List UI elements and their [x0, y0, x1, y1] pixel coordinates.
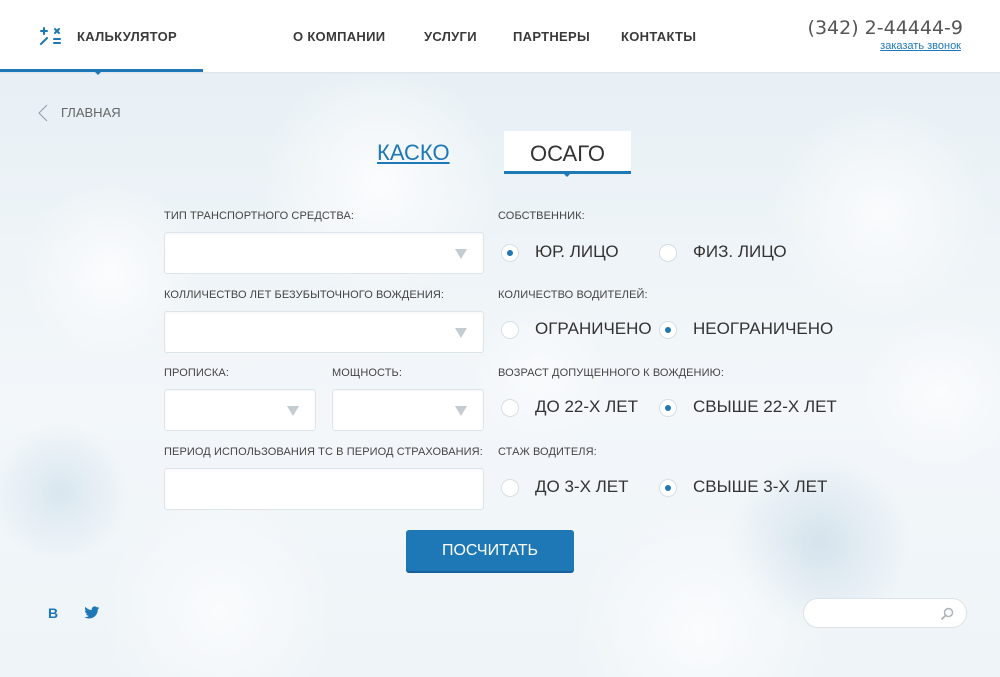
experience-over-3-radio[interactable]: СВЫШЕ 3-Х ЛЕТ	[659, 477, 829, 499]
radio-label: ОГРАНИЧЕНО	[535, 319, 652, 338]
radio-dot	[501, 244, 519, 262]
drivers-unlimited-radio[interactable]: НЕОГРАНИЧЕНО	[659, 319, 834, 341]
age-over-22-radio[interactable]: СВЫШЕ 22-Х ЛЕТ	[659, 397, 837, 419]
drivers-label: КОЛИЧЕСТВО ВОДИТЕЛЕЙ:	[498, 289, 648, 301]
active-tab-caret	[561, 171, 573, 177]
calculate-button[interactable]: ПОСЧИТАТЬ	[406, 530, 574, 571]
radio-dot	[501, 399, 519, 417]
owner-label: СОБСТВЕННИК:	[498, 210, 585, 222]
phone-number: (342) 2-44444-9	[807, 17, 963, 39]
usage-period-input[interactable]	[164, 468, 484, 510]
nav-services[interactable]: УСЛУГИ	[424, 29, 477, 44]
radio-label: ДО 22-Х ЛЕТ	[535, 397, 638, 416]
search-input[interactable]	[816, 605, 936, 623]
drivers-limited-radio[interactable]: ОГРАНИЧЕНО	[501, 319, 652, 341]
callback-link[interactable]: заказать звонок	[880, 40, 961, 52]
age-under-22-radio[interactable]: ДО 22-Х ЛЕТ	[501, 397, 638, 419]
nav-partners[interactable]: ПАРТНЕРЫ	[513, 29, 590, 44]
twitter-icon[interactable]	[84, 606, 100, 620]
radio-label: ФИЗ. ЛИЦО	[693, 242, 787, 261]
vk-icon[interactable]: В	[48, 605, 58, 621]
radio-label: ЮР. ЛИЦО	[535, 242, 619, 261]
radio-dot	[659, 479, 677, 497]
breadcrumb-home: ГЛАВНАЯ	[61, 105, 121, 120]
claim-free-years-label: КОЛЛИЧЕСТВО ЛЕТ БЕЗУБЫТОЧНОГО ВОЖДЕНИЯ:	[164, 289, 445, 301]
site-header: КАЛЬКУЛЯТОР О КОМПАНИИ УСЛУГИ ПАРТНЕРЫ К…	[0, 0, 1000, 75]
radio-dot	[659, 244, 677, 262]
power-label: МОЩНОСТЬ:	[332, 367, 403, 379]
dropdown-arrow-icon	[455, 406, 467, 416]
vehicle-type-label: ТИП ТРАНСПОРТНОГО СРЕДСТВА:	[164, 210, 355, 222]
nav-about[interactable]: О КОМПАНИИ	[293, 29, 385, 44]
registration-label: ПРОПИСКА:	[164, 367, 230, 379]
age-label: ВОЗРАСТ ДОПУЩЕННОГО К ВОЖДЕНИЮ:	[498, 367, 724, 379]
chevron-left-icon	[38, 104, 48, 122]
usage-period-label: ПЕРИОД ИСПОЛЬЗОВАНИЯ ТС В ПЕРИОД СТРАХОВ…	[164, 446, 483, 458]
radio-label: НЕОГРАНИЧЕНО	[693, 319, 834, 338]
vehicle-type-select[interactable]	[164, 232, 484, 274]
tab-osago-label: ОСАГО	[530, 141, 605, 166]
owner-legal-radio[interactable]: ЮР. ЛИЦО	[501, 242, 631, 264]
radio-label: СВЫШЕ 3-Х ЛЕТ	[693, 477, 828, 496]
radio-dot	[501, 321, 519, 339]
owner-individual-radio[interactable]: ФИЗ. ЛИЦО	[659, 242, 799, 264]
active-nav-caret	[92, 69, 104, 75]
claim-free-years-select[interactable]	[164, 311, 484, 353]
dropdown-arrow-icon	[455, 328, 467, 338]
search-icon[interactable]	[941, 607, 954, 620]
tab-kasko[interactable]: КАСКО	[377, 140, 450, 166]
registration-select[interactable]	[164, 389, 316, 431]
dropdown-arrow-icon	[455, 249, 467, 259]
search-box	[803, 598, 967, 628]
nav-contacts[interactable]: КОНТАКТЫ	[621, 29, 696, 44]
radio-dot	[659, 321, 677, 339]
radio-label: ДО 3-Х ЛЕТ	[535, 477, 629, 496]
experience-under-3-radio[interactable]: ДО 3-Х ЛЕТ	[501, 477, 629, 499]
dropdown-arrow-icon	[287, 406, 299, 416]
radio-dot	[659, 399, 677, 417]
tab-osago[interactable]: ОСАГО	[504, 131, 631, 177]
power-select[interactable]	[332, 389, 484, 431]
radio-dot	[501, 479, 519, 497]
experience-label: СТАЖ ВОДИТЕЛЯ:	[498, 446, 597, 458]
radio-label: СВЫШЕ 22-Х ЛЕТ	[693, 397, 837, 416]
